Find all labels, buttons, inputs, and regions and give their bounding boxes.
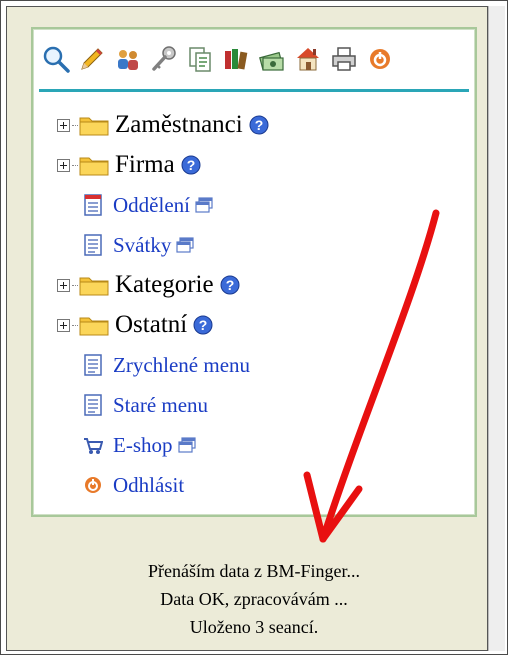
menu-item-oddeleni[interactable]: Oddělení xyxy=(83,189,213,221)
expand-icon[interactable] xyxy=(57,158,70,172)
status-log: Přenáším data z BM-Finger... Data OK, zp… xyxy=(31,557,477,641)
status-line: Přenáším data z BM-Finger... xyxy=(148,561,360,581)
page-icon xyxy=(83,394,103,416)
folder-icon xyxy=(79,274,109,296)
menu-item-zamestnanci[interactable]: Zaměstnanci ? xyxy=(57,109,269,141)
power-icon xyxy=(83,474,103,496)
expand-icon[interactable] xyxy=(57,278,70,292)
help-icon[interactable]: ? xyxy=(193,315,213,335)
menu-item-odhlasit[interactable]: Odhlásit xyxy=(83,469,184,501)
menu-box: Zaměstnanci ? Firma ? Oddělení Svátky Ka… xyxy=(31,27,477,517)
pencil-icon[interactable] xyxy=(77,44,107,74)
menu-item-label: Kategorie xyxy=(115,271,214,298)
documents-icon[interactable] xyxy=(185,44,215,74)
toolbar xyxy=(41,39,395,79)
menu-item-firma[interactable]: Firma ? xyxy=(57,149,201,181)
scroll-area xyxy=(488,6,505,651)
menu-item-label: Staré menu xyxy=(113,392,209,417)
svg-text:?: ? xyxy=(225,277,234,293)
help-icon[interactable]: ? xyxy=(181,155,201,175)
menu-item-stare-menu[interactable]: Staré menu xyxy=(83,389,208,421)
help-icon[interactable]: ? xyxy=(220,275,240,295)
page-icon xyxy=(83,234,103,256)
money-icon[interactable] xyxy=(257,44,287,74)
menu-item-kategorie[interactable]: Kategorie ? xyxy=(57,269,240,301)
status-line: Data OK, zpracovávám ... xyxy=(160,589,348,609)
house-icon[interactable] xyxy=(293,44,323,74)
logout-icon[interactable] xyxy=(365,44,395,74)
menu-item-label: Odhlásit xyxy=(113,472,185,497)
separator-line xyxy=(39,89,469,92)
users-icon[interactable] xyxy=(113,44,143,74)
shopping-cart-icon xyxy=(83,434,103,456)
side-panel: Zaměstnanci ? Firma ? Oddělení Svátky Ka… xyxy=(6,6,488,651)
printer-icon[interactable] xyxy=(329,44,359,74)
tree-connector xyxy=(72,164,78,166)
svg-text:?: ? xyxy=(186,157,195,173)
open-in-new-window-icon[interactable] xyxy=(177,437,196,453)
status-line: Uloženo 3 seancí. xyxy=(189,617,319,637)
menu-item-ostatni[interactable]: Ostatní ? xyxy=(57,309,213,341)
key-icon[interactable] xyxy=(149,44,179,74)
tree-connector xyxy=(72,124,78,126)
menu-item-label: E-shop xyxy=(113,432,173,457)
expand-icon[interactable] xyxy=(57,118,70,132)
menu-item-label: Firma xyxy=(115,151,175,178)
search-icon[interactable] xyxy=(41,44,71,74)
books-icon[interactable] xyxy=(221,44,251,74)
menu-item-e-shop[interactable]: E-shop xyxy=(83,429,196,461)
folder-icon xyxy=(79,314,109,336)
menu-item-svatky[interactable]: Svátky xyxy=(83,229,194,261)
menu-item-label: Ostatní xyxy=(115,311,188,338)
menu-item-label: Svátky xyxy=(113,232,172,257)
menu-item-label: Oddělení xyxy=(113,192,190,217)
tree-connector xyxy=(72,324,78,326)
form-icon xyxy=(83,194,103,216)
menu-item-label: Zaměstnanci xyxy=(115,111,243,138)
window-frame: Zaměstnanci ? Firma ? Oddělení Svátky Ka… xyxy=(0,0,508,655)
expand-icon[interactable] xyxy=(57,318,70,332)
open-in-new-window-icon[interactable] xyxy=(176,237,194,253)
folder-icon xyxy=(79,114,109,136)
help-icon[interactable]: ? xyxy=(249,115,269,135)
open-in-new-window-icon[interactable] xyxy=(195,197,213,213)
menu-item-zrychlene-menu[interactable]: Zrychlené menu xyxy=(83,349,250,381)
tree-connector xyxy=(72,284,78,286)
folder-icon xyxy=(79,154,109,176)
page-icon xyxy=(83,354,103,376)
svg-text:?: ? xyxy=(199,317,208,333)
svg-text:?: ? xyxy=(254,117,263,133)
menu-item-label: Zrychlené menu xyxy=(113,352,251,377)
